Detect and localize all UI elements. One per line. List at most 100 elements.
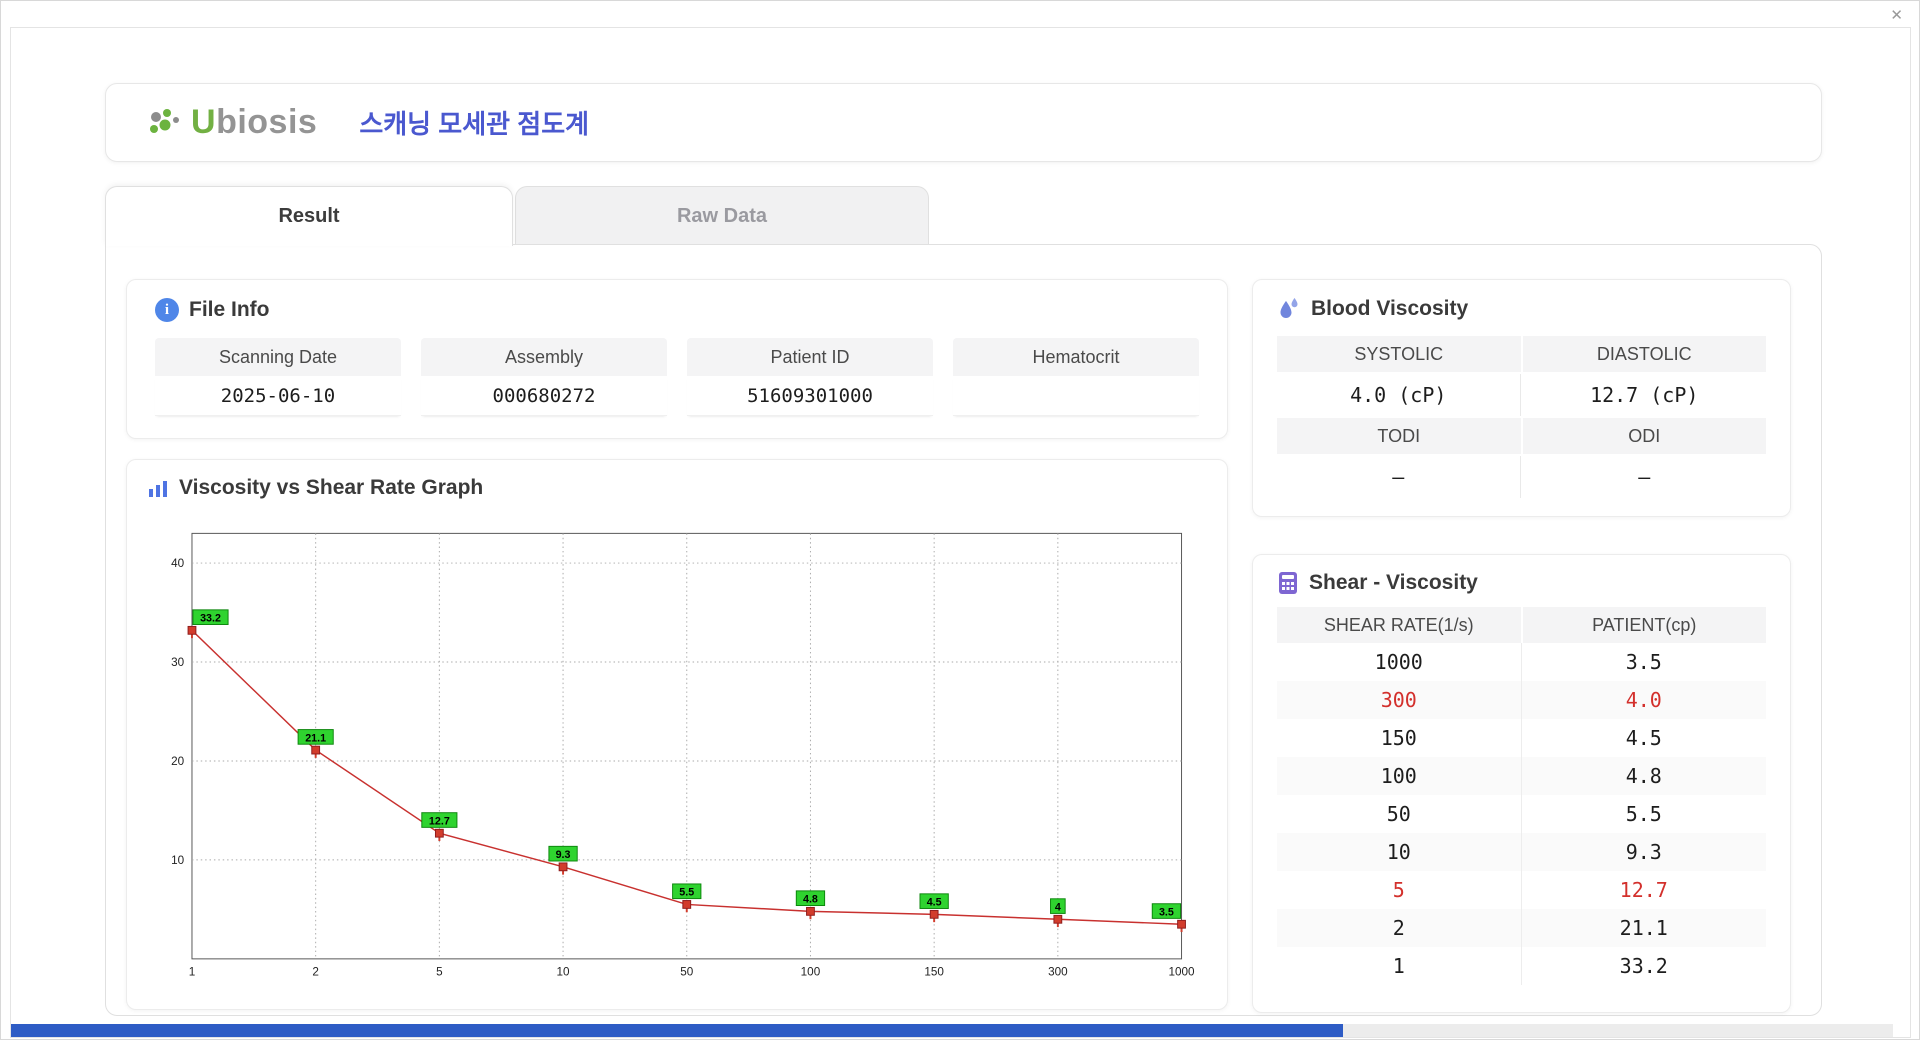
shear-rate-column-header: SHEAR RATE(1/s)	[1277, 607, 1521, 643]
bv-value-todi: –	[1277, 456, 1521, 498]
field-value: 000680272	[421, 376, 667, 416]
svg-text:9.3: 9.3	[556, 849, 571, 861]
svg-text:12.7: 12.7	[429, 815, 450, 827]
bv-value-diastolic: 12.7 (cP)	[1590, 383, 1699, 407]
shear-viscosity-table: SHEAR RATE(1/s) PATIENT(cp) 1000 3.5 300 4.…	[1277, 607, 1766, 985]
blood-viscosity-title-text: Blood Viscosity	[1311, 297, 1469, 320]
shear-table-header: SHEAR RATE(1/s) PATIENT(cp)	[1277, 607, 1766, 643]
bv-value-systolic: 4.0 (cP)	[1277, 374, 1521, 416]
file-field-hematocrit: Hematocrit	[953, 338, 1199, 416]
field-label: Hematocrit	[953, 338, 1199, 376]
shear-row: 150 4.5	[1277, 719, 1766, 757]
patient-value: 21.1	[1619, 916, 1668, 940]
logo-dots-icon	[150, 108, 179, 133]
patient-value: 4.8	[1625, 764, 1662, 788]
calculator-icon	[1279, 572, 1297, 594]
svg-text:2: 2	[312, 965, 319, 978]
viscosity-chart: 10 20 30 40 1 2 5 10 50 100 150 300 1000 33.2 21.1 12.7…	[171, 532, 1196, 978]
bv-label-systolic: SYSTOLIC	[1277, 336, 1521, 372]
field-label: Assembly	[421, 338, 667, 376]
header: Ubiosis 스캐닝 모세관 점도계	[105, 83, 1822, 162]
svg-text:3.5: 3.5	[1159, 906, 1174, 918]
svg-text:4.5: 4.5	[927, 897, 942, 909]
shear-viscosity-card: Shear - Viscosity SHEAR RATE(1/s) PATIEN…	[1252, 554, 1791, 1013]
svg-text:40: 40	[171, 557, 185, 570]
main-panel: i File Info Scanning Date 2025-06-10 Assem…	[105, 244, 1822, 1016]
svg-text:100: 100	[801, 965, 821, 978]
shear-row: 300 4.0	[1277, 681, 1766, 719]
tab-result[interactable]: Result	[105, 186, 513, 246]
svg-text:300: 300	[1048, 965, 1068, 978]
blood-viscosity-title: Blood Viscosity	[1277, 296, 1766, 322]
shear-rate-value: 1	[1277, 947, 1522, 985]
bv-value-odi: –	[1638, 465, 1651, 489]
svg-text:20: 20	[171, 755, 185, 768]
shear-viscosity-title: Shear - Viscosity	[1277, 571, 1766, 595]
shear-rate-value: 150	[1277, 719, 1522, 757]
app-window: ✕ Ubiosis 스캐닝 모세관 점도계 Result Raw Data i …	[0, 0, 1920, 1040]
svg-text:33.2: 33.2	[200, 613, 221, 625]
shear-row: 2 21.1	[1277, 909, 1766, 947]
svg-text:10: 10	[171, 854, 185, 867]
graph-title: Viscosity vs Shear Rate Graph	[147, 476, 1207, 500]
svg-text:1000: 1000	[1169, 965, 1196, 978]
file-info-title-text: File Info	[189, 298, 270, 321]
patient-value: 4.0	[1625, 688, 1662, 712]
patient-column-header: PATIENT(cp)	[1522, 607, 1766, 643]
logo-text: Ubiosis	[191, 103, 318, 141]
shear-row: 5 12.7	[1277, 871, 1766, 909]
field-value: 51609301000	[687, 376, 933, 416]
svg-text:150: 150	[924, 965, 944, 978]
file-field-patient-id: Patient ID 51609301000	[687, 338, 933, 416]
shear-rate-value: 1000	[1277, 643, 1522, 681]
ubiosis-logo: Ubiosis	[146, 103, 317, 142]
svg-text:5.5: 5.5	[679, 887, 694, 899]
shear-row: 10 9.3	[1277, 833, 1766, 871]
shear-table-body: 1000 3.5 300 4.0 150 4.5 100 4.8 50 5.5 10 9.3 5 12.7…	[1277, 643, 1766, 985]
file-info-title: i File Info	[155, 298, 1199, 322]
bottom-blue-strip	[11, 1024, 1343, 1037]
shear-rate-value: 100	[1277, 757, 1522, 795]
field-label: Scanning Date	[155, 338, 401, 376]
close-icon[interactable]: ✕	[1890, 6, 1903, 24]
svg-text:4: 4	[1055, 902, 1061, 914]
shear-row: 1 33.2	[1277, 947, 1766, 985]
droplet-icon	[1280, 298, 1298, 318]
blood-viscosity-card: Blood Viscosity SYSTOLIC DIASTOLIC 4.0 (cP…	[1252, 279, 1791, 517]
shear-row: 50 5.5	[1277, 795, 1766, 833]
field-value: 2025-06-10	[155, 376, 401, 416]
file-field-assembly: Assembly 000680272	[421, 338, 667, 416]
field-value	[953, 376, 1199, 416]
patient-value: 9.3	[1625, 840, 1662, 864]
blood-viscosity-grid: SYSTOLIC DIASTOLIC 4.0 (cP) 12.7 (cP) TODI OD…	[1277, 336, 1766, 498]
shear-rate-value: 300	[1277, 681, 1522, 719]
info-icon: i	[155, 298, 179, 322]
file-info-card: i File Info Scanning Date 2025-06-10 Assem…	[126, 279, 1228, 439]
bv-label-diastolic: DIASTOLIC	[1522, 336, 1766, 372]
bar-chart-icon	[149, 481, 167, 497]
patient-value: 5.5	[1625, 802, 1662, 826]
shear-rate-value: 5	[1277, 871, 1522, 909]
bottom-gray-strip	[1343, 1024, 1893, 1037]
svg-text:5: 5	[436, 965, 443, 978]
shear-rate-value: 2	[1277, 909, 1522, 947]
field-label: Patient ID	[687, 338, 933, 376]
shear-row: 1000 3.5	[1277, 643, 1766, 681]
file-info-fields: Scanning Date 2025-06-10 Assembly 000680272…	[155, 338, 1199, 416]
page-title: 스캐닝 모세관 점도계	[359, 109, 590, 139]
tab-raw-data[interactable]: Raw Data	[515, 186, 929, 245]
patient-value: 33.2	[1619, 954, 1668, 978]
patient-value: 4.5	[1625, 726, 1662, 750]
patient-value: 12.7	[1619, 878, 1668, 902]
shear-row: 100 4.8	[1277, 757, 1766, 795]
app-frame: Ubiosis 스캐닝 모세관 점도계 Result Raw Data i Fi…	[10, 27, 1911, 1038]
shear-rate-value: 10	[1277, 833, 1522, 871]
svg-text:10: 10	[557, 965, 571, 978]
svg-text:4.8: 4.8	[803, 894, 818, 906]
shear-viscosity-title-text: Shear - Viscosity	[1309, 571, 1478, 594]
shear-rate-value: 50	[1277, 795, 1522, 833]
svg-text:21.1: 21.1	[305, 732, 326, 744]
svg-text:50: 50	[680, 965, 694, 978]
svg-text:30: 30	[171, 656, 185, 669]
file-field-scanning-date: Scanning Date 2025-06-10	[155, 338, 401, 416]
